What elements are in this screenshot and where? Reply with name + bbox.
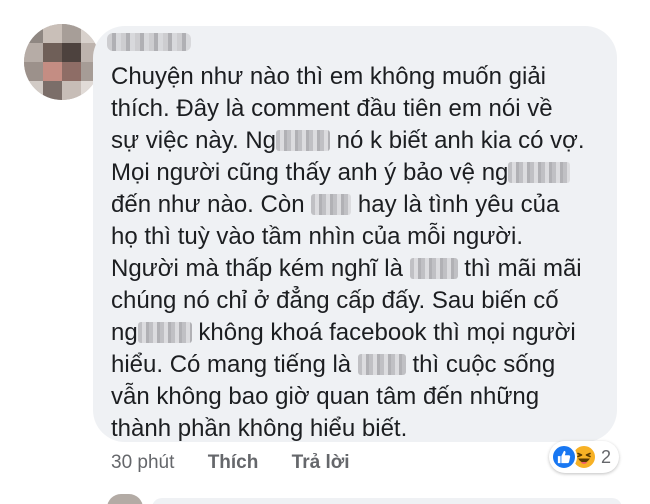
thumbs-up-icon [557,450,571,464]
avatar-pixel [43,24,62,43]
reaction-count: 2 [601,446,612,467]
comment-actions: 30 phút Thích Trả lời [111,452,350,474]
redacted-word [508,162,571,183]
redacted-word [409,258,458,279]
next-comment-avatar [107,494,143,504]
redacted-word [357,354,406,375]
author-name-redacted[interactable] [107,33,191,51]
comment-screen: Chuyện như nào thì em không muốn giải th… [0,0,650,504]
avatar-pixel [24,62,43,81]
redacted-word [137,322,192,343]
avatar-pixel [43,81,62,100]
like-button[interactable]: Thích [208,452,259,474]
comment-line: vẫn không bao giờ quan tâm đến những [111,383,540,410]
comment-line: Người mà thấp kém nghĩ là thì mãi mãi [111,255,582,282]
comment-line: Chuyện như nào thì em không muốn giải [111,63,547,90]
avatar[interactable] [24,24,100,100]
reply-button[interactable]: Trả lời [292,452,350,474]
comment-line: đến như nào. Còn hay là tình yêu của [111,191,560,218]
comment-line: sự việc này. Ng nó k biết anh kia có vợ. [111,127,585,154]
comment-line: Mọi người cũng thấy anh ý bảo vệ ng [111,157,611,189]
reaction-summary[interactable]: 2 [549,441,620,473]
avatar-pixel [43,43,62,62]
comment-line: hiểu. Có mang tiếng là thì cuộc sống [111,351,556,378]
comment-text: Chuyện như nào thì em không muốn giải th… [111,61,611,445]
comment-line: thích. Đây là comment đầu tiên em nói về [111,95,553,122]
comment-line: ng không khoá facebook thì mọi người [111,319,576,346]
comment-line: họ thì tuỳ vào tầm nhìn của mỗi người. [111,223,524,250]
avatar-pixel [43,62,62,81]
avatar-pixel [62,43,81,62]
avatar-pixel [62,81,81,100]
avatar-pixel [24,43,43,62]
avatar-pixel [24,81,43,100]
like-icon [551,444,577,470]
timestamp-link[interactable]: 30 phút [111,452,174,474]
redacted-word [311,194,352,215]
redacted-word [276,130,331,151]
avatar-pixel [62,62,81,81]
comment-line: chúng nó chỉ ở đẳng cấp đấy. Sau biến cố [111,287,559,314]
avatar-pixel [62,24,81,43]
avatar-pixel [24,24,43,43]
comment-line: thành phần không hiểu biết. [111,415,408,442]
next-comment-bubble [152,498,622,504]
